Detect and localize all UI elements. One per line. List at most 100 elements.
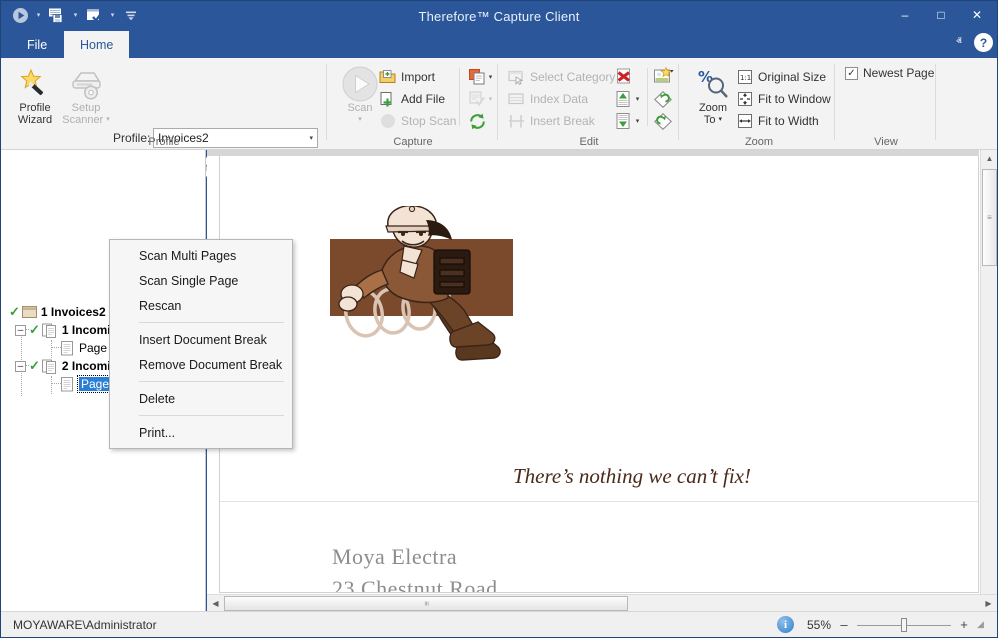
scroll-left-arrow-icon[interactable]: ◀ (207, 595, 224, 612)
context-menu[interactable]: Scan Multi Pages Scan Single Page Rescan… (109, 239, 293, 449)
documents-icon (42, 323, 58, 338)
stop-scan-icon (379, 113, 396, 130)
svg-text:1:1: 1:1 (740, 74, 751, 82)
vertical-scrollbar[interactable]: ▲ ≡ ▼ (980, 150, 997, 613)
move-page-down-icon[interactable] (612, 110, 634, 132)
ribbon-right-controls: ⱏ ? (950, 33, 993, 52)
save-caret-icon[interactable]: ▾ (70, 4, 81, 26)
commit-caret-icon[interactable]: ▾ (107, 4, 118, 26)
expander-icon[interactable]: – (15, 325, 26, 336)
commit-icon[interactable] (83, 4, 105, 26)
context-menu-separator (139, 381, 284, 382)
resize-grip-icon[interactable]: ◢ (977, 619, 989, 631)
document-page[interactable]: There’s nothing we can’t fix! Moya Elect… (219, 156, 979, 593)
zoom-slider-handle[interactable] (901, 618, 907, 632)
profile-wizard-button[interactable]: Profile Wizard (7, 62, 63, 134)
customize-qat-icon[interactable] (120, 4, 142, 26)
zoom-out-button[interactable]: – (838, 617, 850, 632)
select-category-button[interactable]: Select Category (505, 66, 618, 88)
move-page-up-icon[interactable] (612, 88, 634, 110)
horizontal-scrollbar-thumb[interactable]: ≡ (224, 596, 628, 611)
context-menu-item-scan-multi-pages[interactable]: Scan Multi Pages (110, 243, 292, 268)
context-menu-item-delete[interactable]: Delete (110, 386, 292, 411)
select-category-label: Select Category (530, 70, 615, 84)
zoom-in-button[interactable]: + (958, 617, 970, 632)
original-size-button[interactable]: 1:1 Original Size (733, 66, 829, 88)
collapse-ribbon-icon[interactable]: ⱏ (950, 36, 968, 49)
fit-to-window-button[interactable]: Fit to Window (733, 88, 834, 110)
delete-page-icon[interactable] (612, 65, 634, 87)
maximize-button[interactable]: □ (923, 1, 959, 29)
image-enhance-icon[interactable] (652, 65, 674, 87)
zoom-slider[interactable] (857, 618, 951, 632)
context-menu-item-insert-document-break[interactable]: Insert Document Break (110, 327, 292, 352)
context-menu-item-scan-single-page[interactable]: Scan Single Page (110, 268, 292, 293)
import-button-label: Import (401, 70, 435, 84)
import-button[interactable]: Import (376, 66, 438, 88)
rotate-left-icon[interactable] (652, 88, 674, 110)
horizontal-scrollbar[interactable]: ◀ ≡ ▶ (207, 594, 997, 611)
stop-scan-button[interactable]: Stop Scan (376, 110, 459, 132)
move-page-down-caret-icon[interactable]: ▾ (632, 110, 643, 132)
fit-to-width-button[interactable]: Fit to Width (733, 110, 822, 132)
original-size-label: Original Size (758, 70, 826, 84)
setup-scanner-label-1: Setup (72, 102, 101, 114)
insert-break-button[interactable]: Insert Break (505, 110, 598, 132)
help-icon[interactable]: ? (974, 33, 993, 52)
scroll-up-arrow-icon[interactable]: ▲ (981, 150, 998, 167)
expander-icon[interactable]: – (15, 361, 26, 372)
check-icon: ✓ (29, 322, 40, 338)
add-file-icon (379, 91, 396, 108)
index-data-icon (508, 91, 525, 108)
scroll-right-arrow-icon[interactable]: ▶ (980, 595, 997, 612)
group-divider (497, 64, 498, 140)
page-icon (61, 341, 74, 356)
move-page-up-caret-icon[interactable]: ▾ (632, 88, 643, 110)
minimize-button[interactable]: – (887, 1, 923, 29)
scan-start-caret-icon[interactable]: ▾ (33, 4, 44, 26)
status-user-label: MOYAWARE\Administrator (13, 618, 157, 632)
document-tagline: There’s nothing we can’t fix! (513, 464, 751, 489)
insert-break-icon (508, 113, 525, 130)
check-icon: ✓ (9, 304, 20, 320)
zoom-percent-icon: % (695, 66, 731, 102)
group-divider (834, 64, 835, 140)
ribbon-group-profile-title: Profile (1, 136, 327, 148)
context-menu-separator (139, 322, 284, 323)
group-divider (678, 64, 679, 140)
scan-caret-icon[interactable]: ▾ (358, 114, 362, 126)
ribbon-group-profile: Profile Wizard Setup Scanner ▾ (1, 58, 327, 150)
tab-home[interactable]: Home (64, 31, 129, 58)
refresh-icon[interactable] (466, 110, 488, 132)
duplicate-pages-caret-icon[interactable]: ▾ (485, 66, 496, 88)
svg-text:%: % (698, 68, 713, 86)
ribbon-group-edit: Select Category Index Data Insert B (499, 58, 679, 150)
vertical-scrollbar-thumb[interactable]: ≡ (982, 169, 997, 266)
original-size-icon: 1:1 (736, 69, 753, 86)
ribbon-tab-strip: File Home ⱏ ? (1, 31, 997, 58)
group-divider (326, 64, 327, 140)
zoom-to-caret-icon[interactable]: ▾ (719, 114, 723, 126)
zoom-level-label[interactable]: 55% (801, 618, 831, 632)
scrollbar-grip-icon: ≡ (421, 601, 430, 606)
index-data-button[interactable]: Index Data (505, 88, 591, 110)
close-button[interactable]: ✕ (959, 1, 995, 29)
fit-to-window-label: Fit to Window (758, 92, 831, 106)
newest-page-checkbox-row[interactable]: ✓ Newest Page (845, 66, 934, 80)
newest-page-checkbox[interactable]: ✓ (845, 67, 858, 80)
save-icon[interactable] (46, 4, 68, 26)
setup-scanner-caret-icon[interactable]: ▾ (106, 114, 110, 126)
info-icon[interactable]: i (777, 616, 794, 633)
zoom-to-label-2: To (704, 114, 716, 126)
rotate-right-icon[interactable] (652, 110, 674, 132)
context-menu-item-remove-document-break[interactable]: Remove Document Break (110, 352, 292, 377)
context-menu-item-print[interactable]: Print... (110, 420, 292, 445)
add-file-button[interactable]: Add File (376, 88, 448, 110)
scan-start-icon[interactable] (9, 4, 31, 26)
document-viewer[interactable]: There’s nothing we can’t fix! Moya Elect… (207, 150, 997, 613)
setup-scanner-button[interactable]: Setup Scanner ▾ (58, 62, 114, 134)
add-file-button-label: Add File (401, 92, 445, 106)
tab-file[interactable]: File (11, 31, 63, 58)
context-menu-item-rescan[interactable]: Rescan (110, 293, 292, 318)
documents-icon (42, 359, 58, 374)
